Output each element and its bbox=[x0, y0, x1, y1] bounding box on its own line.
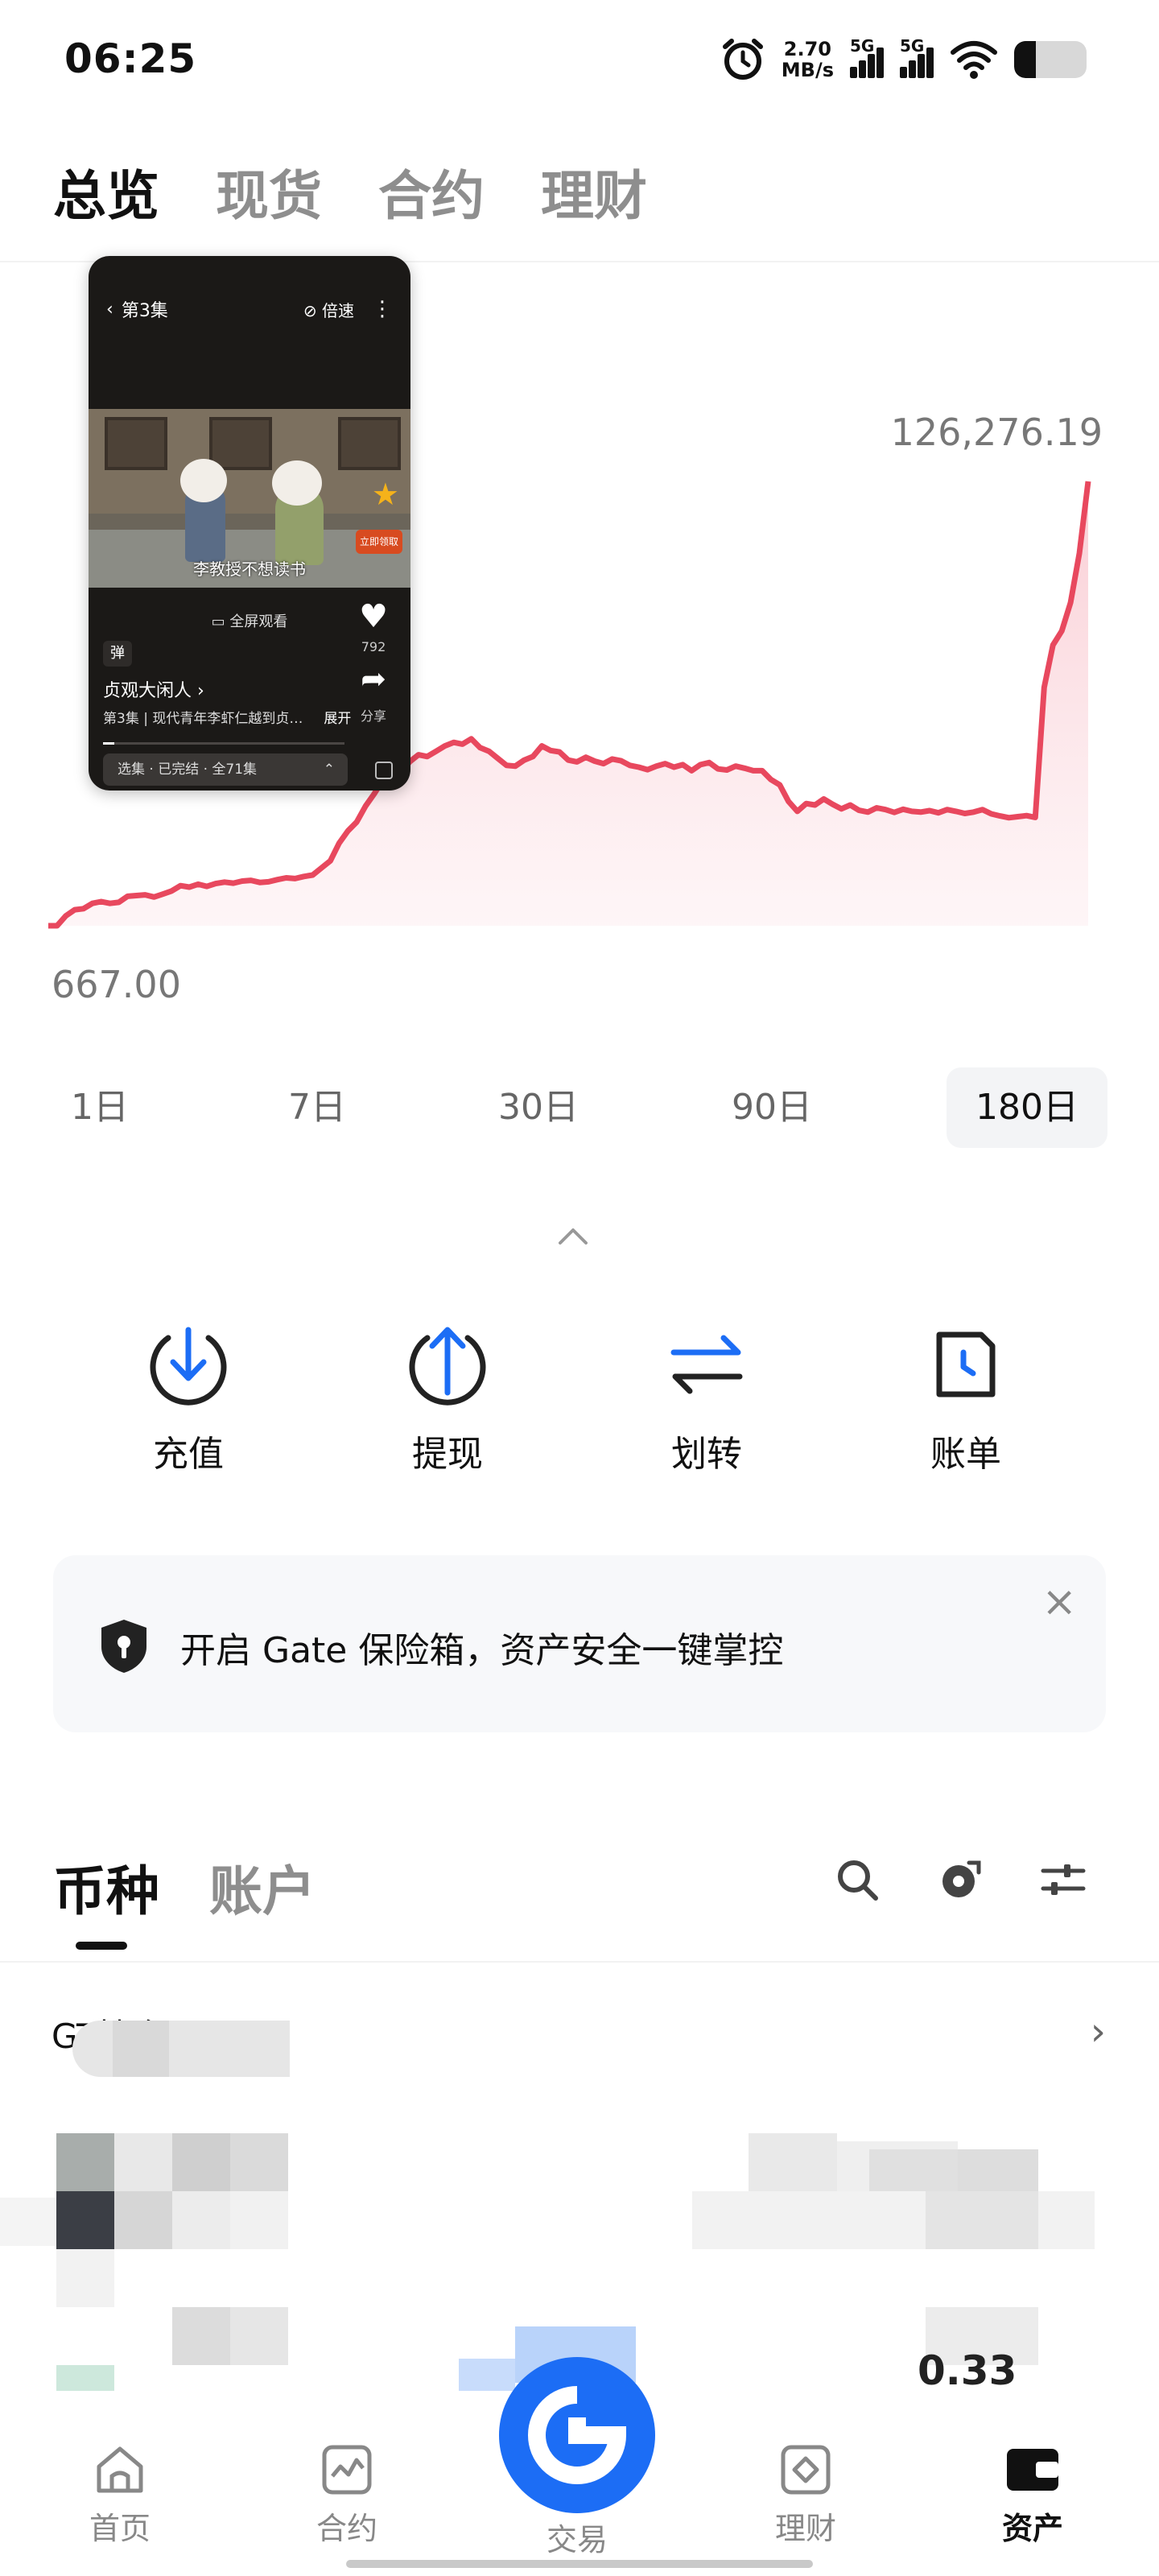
share-icon[interactable]: ➦ bbox=[349, 663, 398, 694]
vault-banner[interactable]: 开启 Gate 保险箱，资产安全一键掌控 × bbox=[53, 1555, 1106, 1732]
pip-description: 第3集 | 现代青年李虾仁越到贞… 展开 bbox=[103, 707, 351, 727]
hide-small-icon[interactable] bbox=[937, 1856, 984, 1903]
pip-speed-label: 倍速 bbox=[322, 300, 354, 320]
chart-min-label: 667.00 bbox=[52, 963, 181, 1006]
nav-futures[interactable]: 合约 bbox=[287, 2441, 407, 2548]
obscured-asset-list: 0.33 bbox=[0, 2021, 1159, 2391]
withdraw-label: 提现 bbox=[412, 1434, 483, 1475]
minimize-icon[interactable] bbox=[375, 762, 393, 779]
status-icons: 2.70 MB/s 5G 5G bbox=[720, 35, 1087, 84]
trade-icon bbox=[528, 2386, 627, 2484]
nav-home-label: 首页 bbox=[89, 2511, 151, 2546]
star-icon[interactable]: ★ bbox=[372, 477, 399, 512]
filter-icon[interactable] bbox=[1040, 1856, 1087, 1903]
pip-progress-bar[interactable] bbox=[103, 742, 344, 745]
pip-episode-bar[interactable]: 选集 · 已完结 · 全71集 ⌃ bbox=[103, 753, 348, 786]
banner-text: 开启 Gate 保险箱，资产安全一键掌控 bbox=[180, 1630, 784, 1671]
tab-coins[interactable]: 币种 bbox=[53, 1848, 159, 1926]
range-180d[interactable]: 180日 bbox=[947, 1067, 1107, 1148]
deposit-icon bbox=[150, 1327, 227, 1406]
pip-subtitle: 李教授不想读书 bbox=[193, 559, 306, 579]
home-indicator bbox=[346, 2560, 813, 2568]
alarm-icon bbox=[722, 39, 763, 80]
search-icon[interactable] bbox=[834, 1856, 881, 1903]
transfer-icon bbox=[670, 1335, 743, 1394]
obscured-value: 0.33 bbox=[918, 2347, 1017, 2394]
coin-tab-indicator bbox=[76, 1942, 127, 1950]
pip-description-text: 第3集 | 现代青年李虾仁越到贞… bbox=[103, 711, 303, 727]
deposit-button[interactable]: 充值 bbox=[100, 1320, 277, 1476]
video-pip[interactable]: ‹ 第3集 ⊘ 倍速 ⋮ ★ 立即领取 李教授不想读书 ▭ 全屏观看 ♥ 792… bbox=[89, 256, 410, 791]
withdraw-icon bbox=[409, 1327, 486, 1406]
battery-icon bbox=[1014, 41, 1087, 78]
back-icon[interactable]: ‹ bbox=[106, 299, 113, 320]
heart-icon[interactable]: ♥ bbox=[349, 601, 398, 633]
tab-spot[interactable]: 现货 bbox=[216, 153, 322, 230]
pip-header: ‹ 第3集 ⊘ 倍速 ⋮ bbox=[106, 296, 393, 322]
speed-unit: MB/s bbox=[781, 59, 834, 81]
coin-tools bbox=[834, 1856, 1087, 1903]
pip-episode-bar-text: 选集 · 已完结 · 全71集 bbox=[118, 762, 258, 778]
home-icon bbox=[97, 2446, 143, 2493]
nav-assets-label: 资产 bbox=[1001, 2511, 1063, 2546]
quick-actions: 充值 提现 划转 账单 bbox=[0, 1320, 1159, 1481]
close-icon[interactable]: × bbox=[1041, 1581, 1077, 1623]
transfer-button[interactable]: 划转 bbox=[618, 1320, 795, 1476]
deposit-label: 充值 bbox=[153, 1434, 224, 1475]
range-7d[interactable]: 7日 bbox=[269, 1067, 365, 1148]
trade-fab-button[interactable] bbox=[499, 2357, 655, 2513]
coin-tabs: 币种 账户 bbox=[53, 1848, 316, 1926]
pip-like-count: 792 bbox=[361, 639, 386, 654]
withdraw-button[interactable]: 提现 bbox=[359, 1320, 536, 1476]
earn-icon bbox=[781, 2445, 831, 2495]
bill-button[interactable]: 账单 bbox=[877, 1320, 1054, 1476]
pip-share-label: 分享 bbox=[360, 708, 386, 724]
sim2-label: 5G bbox=[900, 36, 925, 56]
collapse-chevron-icon[interactable] bbox=[557, 1220, 589, 1253]
pip-fullscreen-label: 全屏观看 bbox=[229, 613, 288, 630]
bill-icon bbox=[936, 1331, 996, 1397]
wifi-icon bbox=[951, 41, 997, 79]
tab-overview[interactable]: 总览 bbox=[53, 153, 159, 230]
danmaku-button[interactable]: 弹 bbox=[103, 641, 132, 667]
pip-video-frame[interactable]: ★ 立即领取 李教授不想读书 bbox=[89, 409, 410, 588]
nav-trade-label: 交易 bbox=[546, 2522, 608, 2557]
range-30d[interactable]: 30日 bbox=[486, 1067, 591, 1148]
tab-accounts[interactable]: 账户 bbox=[209, 1848, 316, 1926]
pip-badge[interactable]: 立即领取 bbox=[356, 530, 402, 554]
pip-episode-title: 第3集 bbox=[121, 301, 168, 321]
status-bar: 06:25 2.70 MB/s 5G 5G bbox=[0, 0, 1159, 121]
signal-icon-2: 5G bbox=[900, 36, 934, 78]
pip-expand-button[interactable]: 展开 bbox=[324, 711, 351, 727]
nav-assets[interactable]: 资产 bbox=[972, 2441, 1093, 2548]
shield-icon bbox=[101, 1620, 146, 1673]
bill-label: 账单 bbox=[930, 1434, 1001, 1475]
tab-futures[interactable]: 合约 bbox=[378, 153, 485, 230]
sim1-label: 5G bbox=[850, 36, 875, 56]
divider-2 bbox=[0, 1961, 1159, 1963]
nav-home[interactable]: 首页 bbox=[60, 2441, 180, 2548]
nav-earn-label: 理财 bbox=[774, 2511, 836, 2546]
range-90d[interactable]: 90日 bbox=[720, 1067, 824, 1148]
nav-futures-label: 合约 bbox=[316, 2511, 377, 2546]
tab-earn[interactable]: 理财 bbox=[541, 153, 647, 230]
chevron-up-icon: ⌃ bbox=[323, 762, 335, 778]
speed-value: 2.70 bbox=[783, 38, 831, 60]
battery-level bbox=[1014, 41, 1036, 78]
more-icon[interactable]: ⋮ bbox=[372, 297, 393, 321]
pip-speed-button[interactable]: ⊘ 倍速 bbox=[303, 298, 354, 321]
status-time: 06:25 bbox=[64, 35, 197, 82]
signal-icon: 5G bbox=[850, 36, 884, 78]
nav-earn[interactable]: 理财 bbox=[745, 2441, 866, 2548]
range-1d[interactable]: 1日 bbox=[52, 1067, 148, 1148]
pip-series-title[interactable]: 贞观大闲人 › bbox=[103, 676, 204, 702]
transfer-label: 划转 bbox=[671, 1434, 742, 1475]
futures-icon bbox=[322, 2445, 372, 2495]
network-speed: 2.70 MB/s bbox=[782, 39, 834, 80]
range-tabs: 1日 7日 30日 90日 180日 bbox=[52, 1067, 1114, 1148]
top-tabs: 总览 现货 合约 理财 bbox=[53, 153, 647, 230]
wallet-icon bbox=[1007, 2449, 1058, 2491]
